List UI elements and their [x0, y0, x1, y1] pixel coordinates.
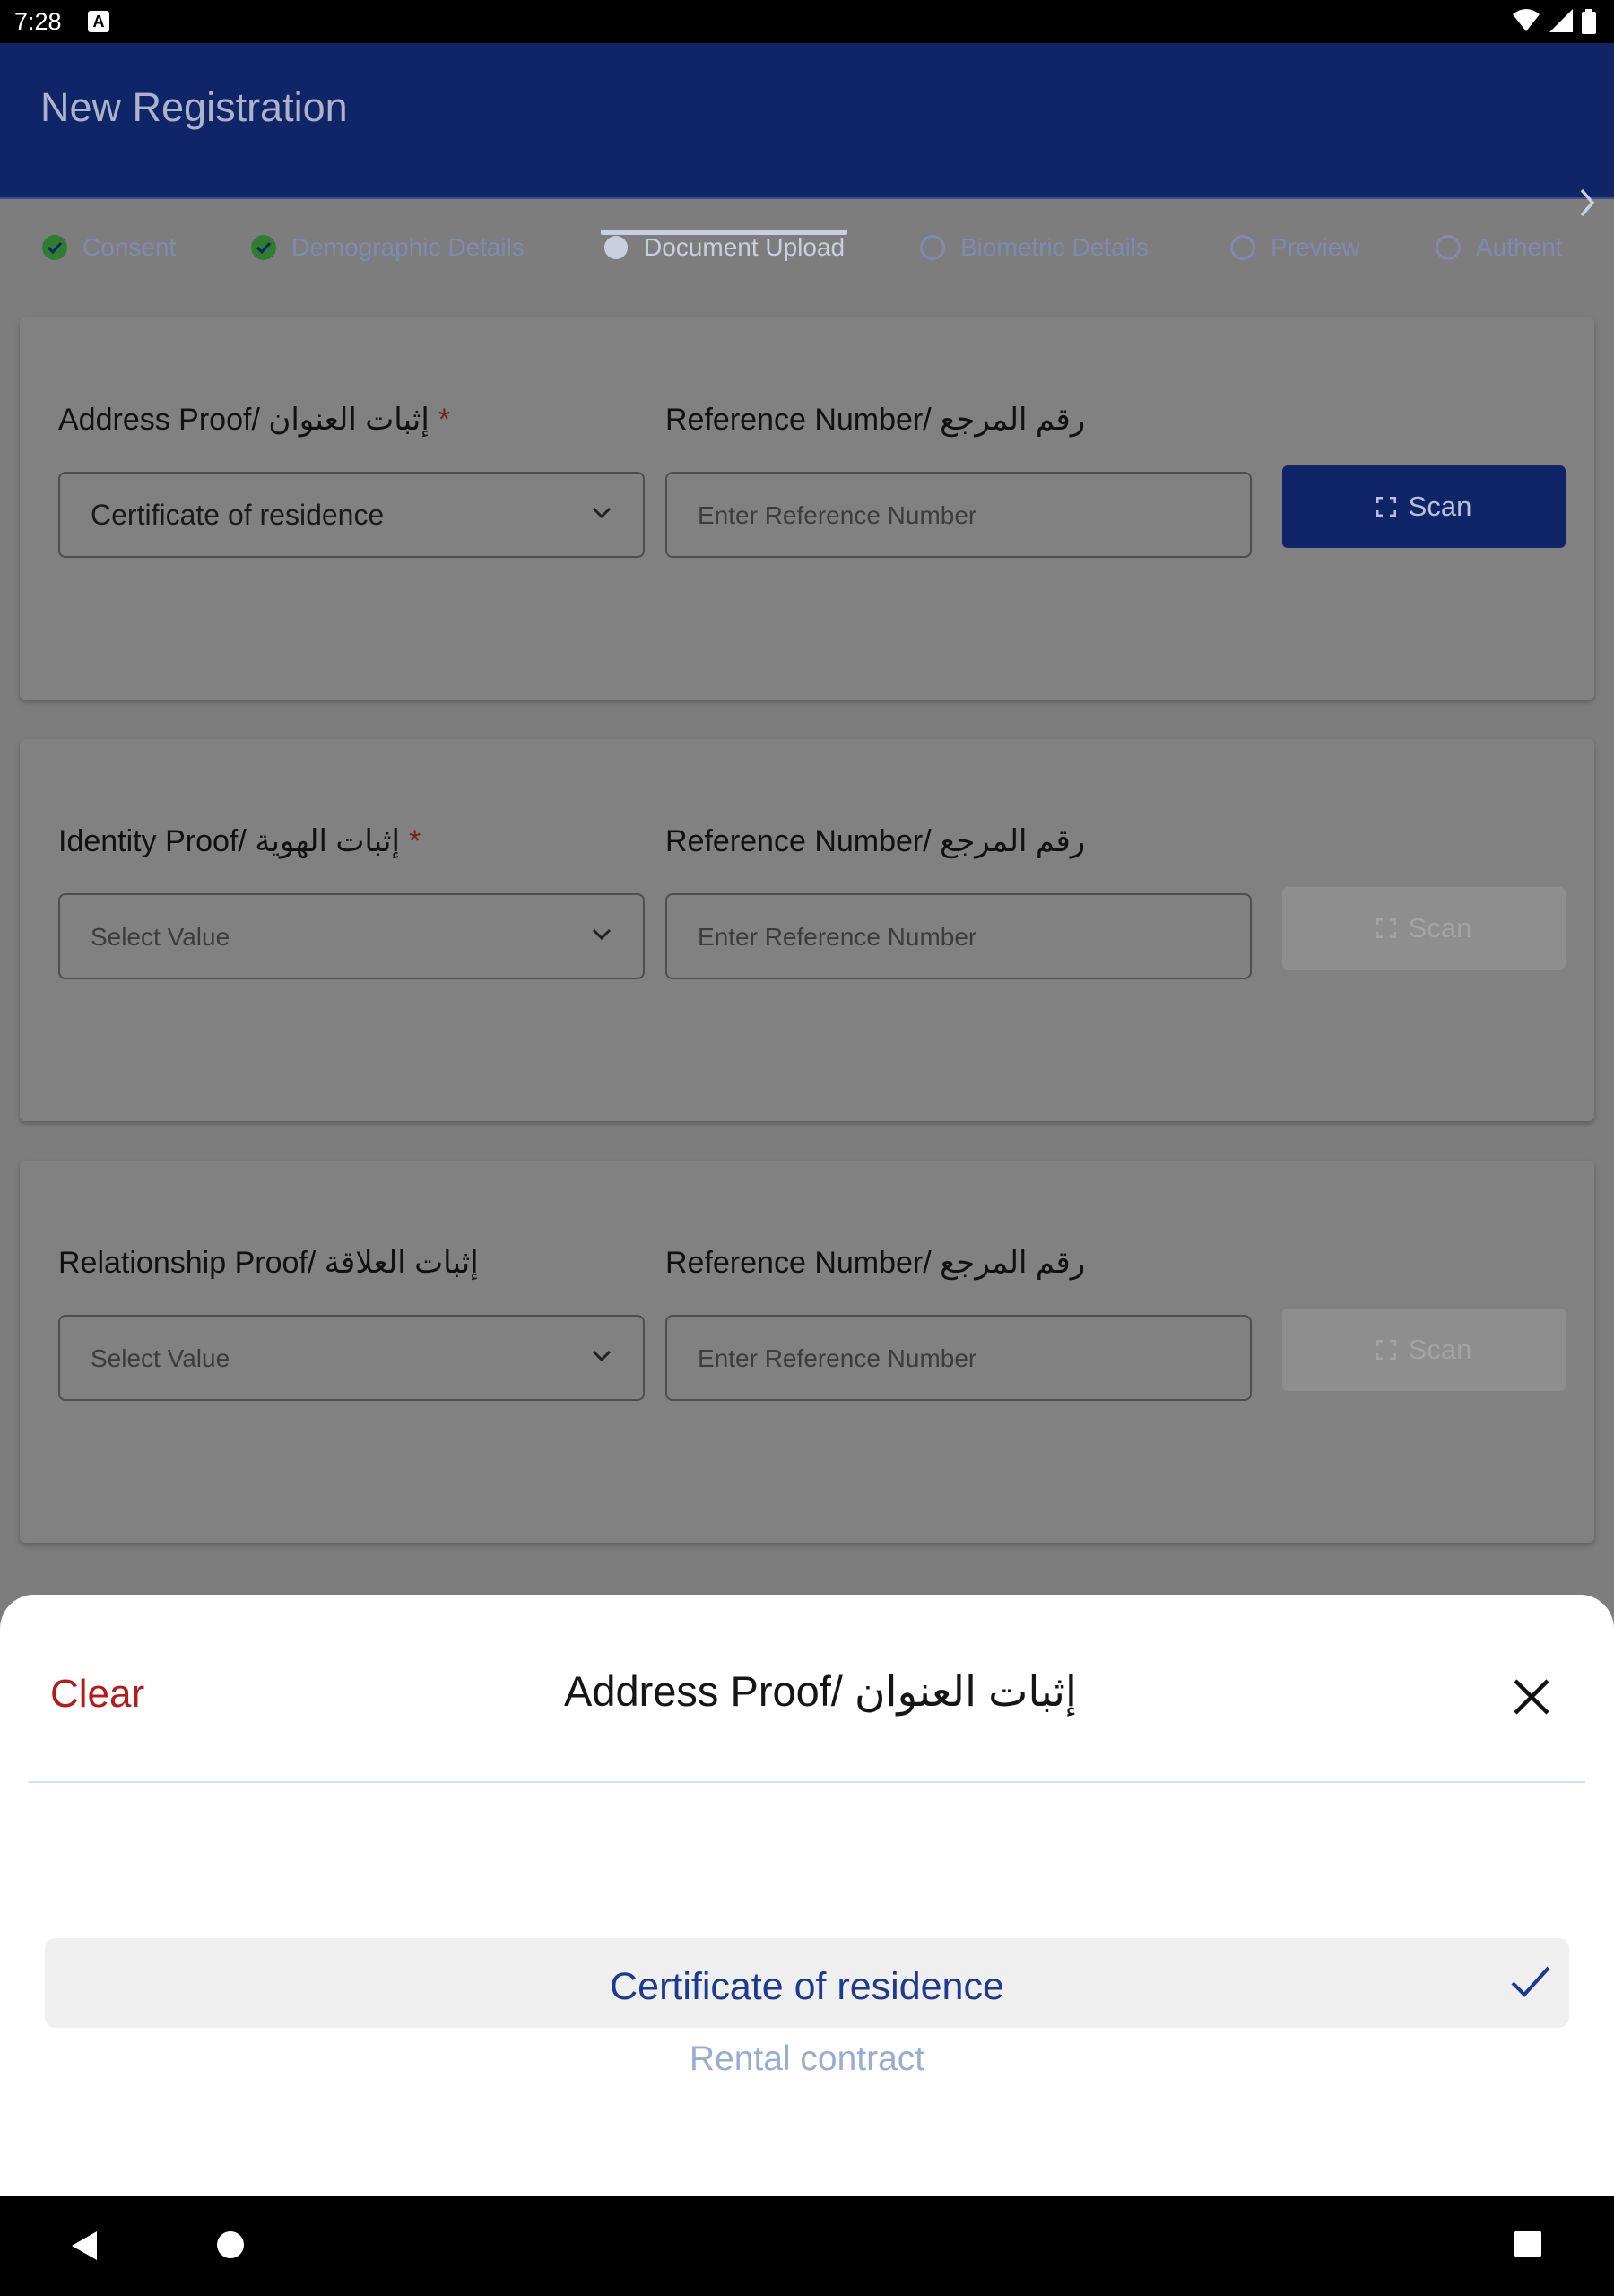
status-time: 7:28 [14, 8, 62, 35]
option-certificate-of-residence[interactable]: Certificate of residence [45, 1938, 1569, 2028]
check-circle-icon [42, 234, 67, 260]
stepper-tabs: Consent Demographic Details Document Upl… [0, 197, 1614, 295]
input-placeholder: Enter Reference Number [698, 501, 977, 529]
reference-number-input[interactable]: Enter Reference Number [665, 1315, 1252, 1401]
input-placeholder: Enter Reference Number [698, 1344, 977, 1372]
tab-label: Authent [1476, 232, 1563, 261]
app-header: New Registration Consent Demographic Det… [0, 43, 1614, 261]
relationship-proof-dropdown[interactable]: Select Value [58, 1315, 645, 1401]
chevron-down-icon [592, 1350, 612, 1362]
identity-proof-card: Identity Proof/ إثبات الهوية * Reference … [20, 739, 1594, 1121]
relationship-proof-card: Relationship Proof/ إثبات العلاقة Refere… [20, 1161, 1594, 1543]
sheet-title: Address Proof/ إثبات العنوان [564, 1667, 1077, 1715]
signal-icon [1549, 9, 1573, 32]
address-proof-dropdown[interactable]: Certificate of residence [58, 472, 645, 558]
scan-button[interactable]: Scan [1282, 465, 1566, 548]
chevron-right-icon[interactable] [1576, 187, 1598, 219]
scan-icon [1375, 918, 1396, 938]
reference-number-label: Reference Number/ رقم المرجع [665, 824, 1086, 858]
wifi-icon [1513, 9, 1540, 31]
system-nav-bar [0, 2196, 1614, 2296]
required-marker: * [408, 824, 421, 858]
battery-icon [1582, 9, 1596, 34]
tab-preview[interactable]: Preview [1229, 199, 1360, 295]
tab-label: Biometric Details [960, 232, 1150, 261]
chevron-down-icon [592, 507, 612, 519]
empty-circle-icon [1230, 234, 1255, 260]
dropdown-placeholder: Select Value [91, 923, 230, 951]
back-icon[interactable] [70, 2230, 99, 2262]
tab-label: Preview [1271, 232, 1360, 261]
tab-demographic-details[interactable]: Demographic Details [250, 199, 525, 295]
required-marker: * [438, 403, 451, 437]
tab-label: Demographic Details [291, 232, 525, 261]
option-label: Certificate of residence [610, 1965, 1004, 2008]
identity-proof-label: Identity Proof/ إثبات الهوية * [58, 824, 421, 858]
address-proof-bottom-sheet: Clear Address Proof/ إثبات العنوان Certi… [0, 1595, 1614, 2196]
status-bar: 7:28 A [0, 0, 1614, 43]
address-proof-card: Address Proof/ إثبات العنوان * Reference … [20, 317, 1594, 700]
tab-label: Document Upload [644, 232, 846, 261]
tab-label: Consent [82, 232, 177, 261]
reference-number-label: Reference Number/ رقم المرجع [665, 403, 1086, 437]
recents-icon[interactable] [1514, 2230, 1542, 2258]
tab-authentication[interactable]: Authent [1435, 199, 1563, 295]
identity-proof-dropdown[interactable]: Select Value [58, 893, 645, 979]
reference-number-input[interactable]: Enter Reference Number [665, 893, 1252, 979]
page-title: New Registration [40, 84, 348, 130]
address-proof-label: Address Proof/ إثبات العنوان * [58, 403, 451, 437]
scan-icon [1375, 497, 1396, 517]
option-rental-contract[interactable]: Rental contract [45, 2039, 1569, 2079]
scan-button[interactable]: Scan [1282, 887, 1566, 970]
reference-number-label: Reference Number/ رقم المرجع [665, 1246, 1086, 1280]
scan-label: Scan [1408, 491, 1472, 522]
scan-button[interactable]: Scan [1282, 1309, 1566, 1391]
scan-label: Scan [1408, 1334, 1472, 1365]
input-placeholder: Enter Reference Number [698, 923, 977, 951]
active-tab-indicator [601, 230, 847, 235]
tab-document-upload[interactable]: Document Upload [603, 199, 845, 295]
tab-consent[interactable]: Consent [41, 199, 176, 295]
empty-circle-icon [920, 234, 945, 260]
tab-biometric-details[interactable]: Biometric Details [919, 199, 1149, 295]
empty-circle-icon [1436, 234, 1461, 260]
filled-circle-icon [604, 235, 628, 259]
notification-icon: A [88, 11, 109, 32]
reference-number-input[interactable]: Enter Reference Number [665, 472, 1252, 558]
status-icons [1507, 9, 1596, 34]
dropdown-placeholder: Select Value [91, 1344, 230, 1372]
dropdown-value: Certificate of residence [91, 499, 385, 531]
scan-label: Scan [1408, 912, 1472, 944]
home-icon[interactable] [215, 2230, 246, 2260]
close-icon[interactable] [1512, 1677, 1551, 1717]
sheet-divider [29, 1781, 1585, 1783]
scan-icon [1375, 1340, 1396, 1360]
chevron-down-icon [592, 928, 612, 941]
check-circle-icon [251, 234, 276, 260]
relationship-proof-label: Relationship Proof/ إثبات العلاقة [58, 1246, 479, 1280]
checkmark-icon [1511, 1966, 1550, 1997]
